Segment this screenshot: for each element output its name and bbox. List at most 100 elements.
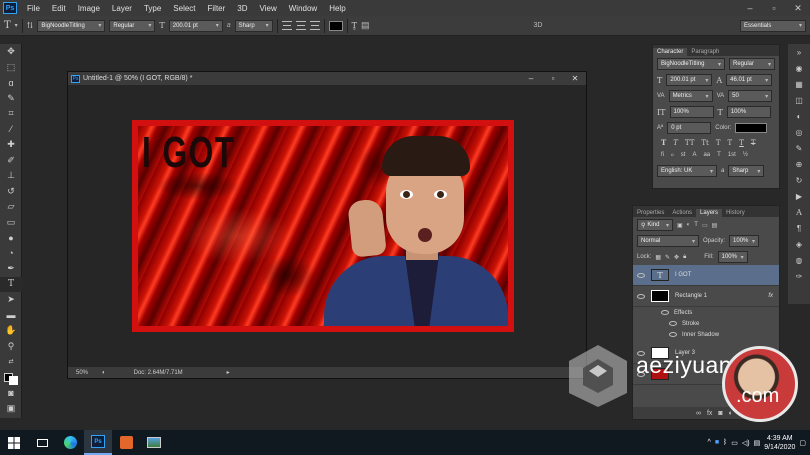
menu-file[interactable]: File [21,4,46,13]
effect-row-stroke[interactable]: Stroke [633,318,779,329]
warp-text-icon[interactable]: T̰ [352,21,357,30]
orange-app-taskbar-icon[interactable] [112,430,140,455]
channels-panel-icon[interactable]: ◍ [788,252,810,268]
lasso-tool-icon[interactable]: ɑ [0,75,22,91]
visibility-eye-icon[interactable] [637,272,645,278]
tab-character[interactable]: Character [653,48,688,56]
adjustments-panel-icon[interactable]: ◐ [788,108,810,124]
keyboard-icon[interactable]: ▤ [754,439,761,447]
fractions-button[interactable]: ½ [743,152,748,158]
status-info-icon[interactable]: ◐ [102,370,106,376]
paths-panel-icon[interactable]: ✑ [788,268,810,284]
stylistic-alternates-button[interactable]: aa [703,152,710,158]
character-panel-icon[interactable]: A [788,204,810,220]
char-color-swatch[interactable] [735,123,768,133]
doc-close-icon[interactable]: ✕ [564,74,586,83]
char-leading[interactable]: 46.01 pt [726,74,773,86]
swatches-panel-icon[interactable]: ▦ [788,76,810,92]
layer-filter-select[interactable]: ⚲ Kind [637,219,673,231]
zoom-tool-icon[interactable]: ⚲ [0,339,22,355]
menu-help[interactable]: Help [323,4,351,13]
marquee-tool-icon[interactable]: ⬚ [0,60,22,76]
visibility-eye-icon[interactable] [669,332,677,337]
quick-select-tool-icon[interactable]: ✎ [0,91,22,107]
fx-badge[interactable]: fx [768,293,773,299]
3d-label[interactable]: 3D [534,22,543,29]
menu-layer[interactable]: Layer [106,4,138,13]
ordinals-button[interactable]: 1st [728,152,736,158]
quick-mask-icon[interactable]: ◙ [0,385,22,401]
path-select-icon[interactable]: ➤ [0,292,22,308]
strikethrough-button[interactable]: T [751,139,756,147]
effect-row-inner-shadow[interactable]: Inner Shadow [633,329,779,340]
layer-row-i-got[interactable]: T I GOT [633,265,779,286]
bluetooth-icon[interactable]: ᛒ [723,439,727,446]
char-font-size[interactable]: 200.01 pt [666,74,713,86]
menu-image[interactable]: Image [72,4,106,13]
menu-view[interactable]: View [254,4,283,13]
volume-icon[interactable]: ◁) [742,439,750,447]
language-select[interactable]: English: UK [657,165,717,177]
lock-pixels-icon[interactable]: ✎ [665,254,670,261]
char-font-style[interactable]: Regular [729,58,775,70]
photoshop-taskbar-icon[interactable]: Ps [84,430,112,455]
filter-pixel-icon[interactable]: ▣ [677,222,683,229]
lock-position-icon[interactable]: ✥ [674,254,679,261]
up-chevron-icon[interactable]: ^ [708,439,711,446]
tab-actions[interactable]: Actions [668,209,696,217]
tab-history[interactable]: History [722,209,749,217]
layer-row-rectangle[interactable]: Rectangle 1 fx [633,286,779,307]
edge-taskbar-icon[interactable] [56,430,84,455]
visibility-eye-icon[interactable] [661,310,669,315]
char-font-family[interactable]: BigNoodleTitling [657,58,725,70]
tab-paragraph[interactable]: Paragraph [687,48,723,56]
menu-filter[interactable]: Filter [202,4,232,13]
faux-bold-button[interactable]: T [661,138,666,147]
actions-panel-icon[interactable]: ▶ [788,188,810,204]
layers-panel-icon[interactable]: ◈ [788,236,810,252]
add-style-icon[interactable]: fx [707,410,712,417]
visibility-eye-icon[interactable] [637,293,645,299]
brush-tool-icon[interactable]: ✐ [0,153,22,169]
close-icon[interactable]: ✕ [786,3,810,14]
char-vertical-scale[interactable]: 100% [669,106,714,118]
status-arrow-icon[interactable]: ▸ [227,369,230,376]
effects-header[interactable]: Effects [633,307,779,318]
history-panel-icon[interactable]: ↻ [788,172,810,188]
tab-layers[interactable]: Layers [696,209,723,217]
blend-mode-select[interactable]: Normal [637,235,699,247]
eraser-tool-icon[interactable]: ▱ [0,199,22,215]
align-center-icon[interactable] [295,21,306,30]
shape-tool-icon[interactable]: ▬ [0,308,22,324]
masks-panel-icon[interactable]: ◎ [788,124,810,140]
small-caps-button[interactable]: Tt [701,139,708,147]
zoom-level[interactable]: 50% [76,370,88,376]
network-icon[interactable]: ▭ [731,439,738,447]
menu-window[interactable]: Window [283,4,323,13]
maximize-icon[interactable]: ▫ [762,3,786,14]
doc-minimize-icon[interactable]: – [520,74,542,83]
char-anti-alias[interactable]: Sharp [728,165,765,177]
workspace-select[interactable]: Essentials [740,19,806,32]
char-horizontal-scale[interactable]: 100% [726,106,771,118]
menu-type[interactable]: Type [138,4,167,13]
type-tool-icon[interactable]: T [0,276,22,292]
align-right-icon[interactable] [309,21,320,30]
visibility-eye-icon[interactable] [669,321,677,326]
styles-panel-icon[interactable]: ◫ [788,92,810,108]
link-layers-icon[interactable]: ∞ [696,410,701,417]
font-family-select[interactable]: BigNoodleTitling [37,19,106,32]
opacity-field[interactable]: 100% [729,235,760,247]
clock[interactable]: 4:39 AM 9/14/2020 [764,434,795,452]
menu-3d[interactable]: 3D [231,4,253,13]
blur-tool-icon[interactable]: ● [0,230,22,246]
clone-source-icon[interactable]: ⊕ [788,156,810,172]
minimize-icon[interactable]: – [738,3,762,14]
add-mask-icon[interactable]: ◙ [718,410,722,417]
fill-field[interactable]: 100% [717,251,748,263]
clone-stamp-icon[interactable]: ⊥ [0,168,22,184]
orientation-toggle-icon[interactable]: ⇅ [27,21,34,30]
lock-all-icon[interactable]: 🔒︎ [683,254,686,261]
eyedropper-tool-icon[interactable]: ⁄ [0,122,22,138]
tray-app-icon[interactable]: ■ [715,439,719,446]
